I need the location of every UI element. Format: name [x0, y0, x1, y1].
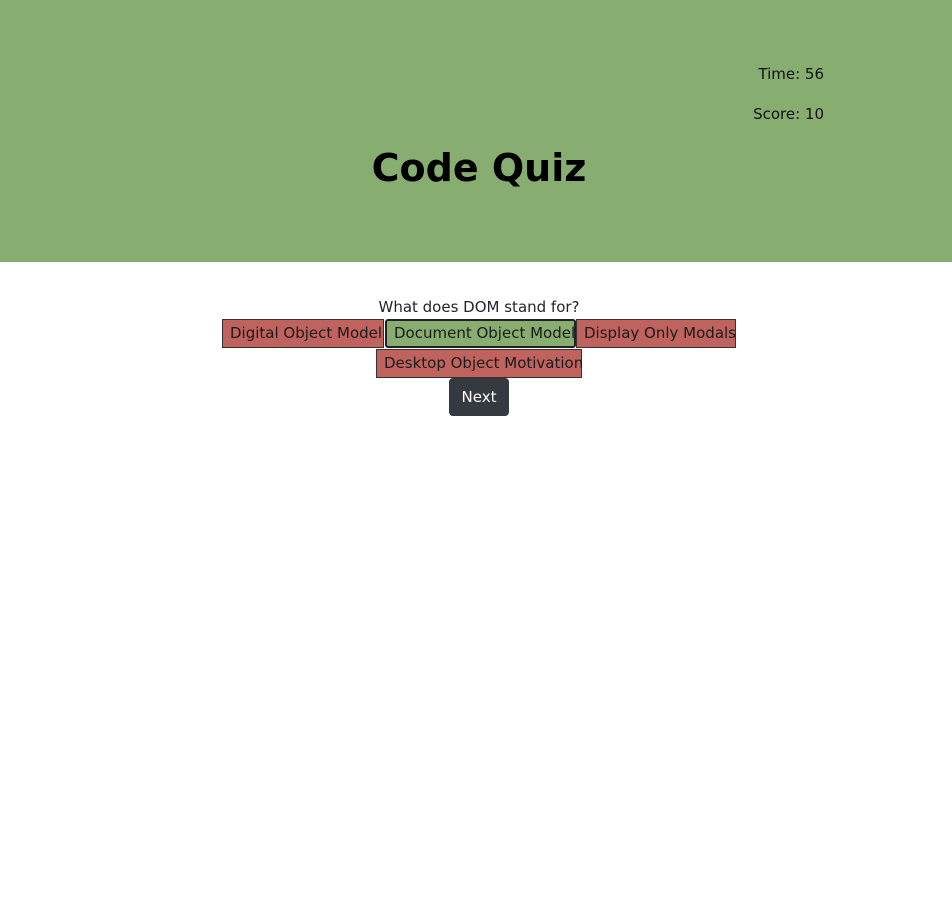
answer-button-4[interactable]: Desktop Object Motivation	[376, 349, 583, 378]
score-display: Score: 10	[753, 105, 824, 123]
question-text: What does DOM stand for?	[378, 298, 580, 316]
timer-display: Time: 56	[758, 65, 824, 83]
quiz-header: Time: 56 Score: 10 Code Quiz	[0, 0, 952, 262]
next-button[interactable]: Next	[449, 378, 509, 416]
page-title: Code Quiz	[371, 146, 587, 190]
answer-button-3[interactable]: Display Only Modals	[576, 319, 736, 348]
answer-button-2[interactable]: Document Object Model	[385, 319, 576, 348]
answer-button-1[interactable]: Digital Object Model	[222, 319, 384, 348]
